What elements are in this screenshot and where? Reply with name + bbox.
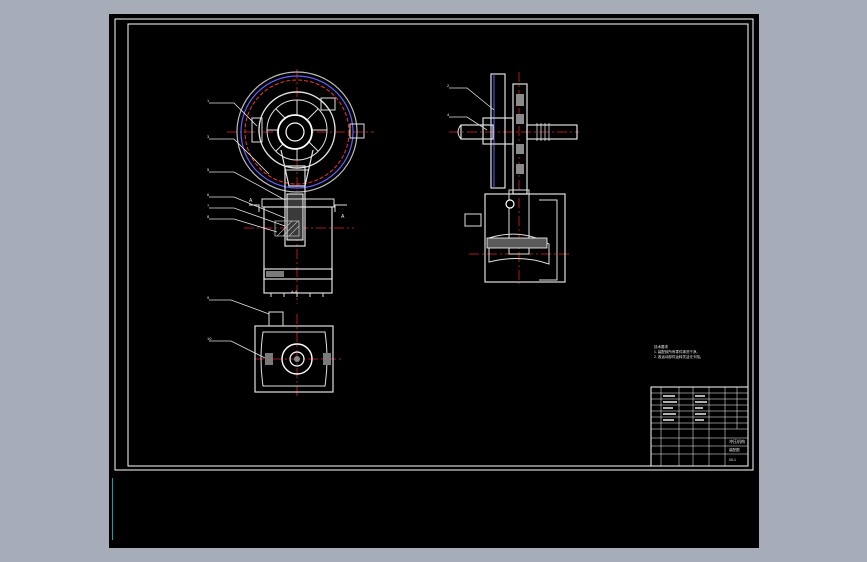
side-base-plate	[486, 237, 548, 249]
flywheel-slots	[516, 94, 524, 174]
top-leader-lines	[209, 299, 270, 359]
svg-text:7: 7	[207, 203, 210, 208]
parts-list-rows	[651, 387, 748, 466]
section-mark-left: A	[249, 198, 253, 204]
front-leader-lines	[209, 102, 286, 233]
side-knob	[464, 213, 482, 227]
crank-disc	[277, 114, 313, 150]
drawing-title: 冲压机构	[729, 438, 745, 444]
top-view[interactable]: 9 10	[207, 295, 341, 399]
side-leader-lines	[449, 87, 495, 131]
command-line-cursor	[112, 478, 113, 540]
cut-plane-right	[334, 204, 347, 212]
side-leader-label-a: 2	[447, 83, 450, 88]
section-title: A-A	[291, 289, 298, 294]
cad-drawing[interactable]: 1 3 5 6 7 8 A A A-A 2 4 9 10 技术要求 1. 装配前…	[109, 14, 759, 548]
ram-slide	[286, 193, 304, 241]
notes-line-1: 1. 装配前所有零件清洗干净。	[654, 349, 700, 354]
top-leader-label-b: 10	[207, 336, 212, 341]
sheet-number: 00-1	[729, 458, 736, 462]
sheet-label: 装配图	[729, 447, 740, 452]
top-boss-hole	[294, 356, 300, 362]
notes-heading: 技术要求	[654, 344, 668, 349]
svg-text:3: 3	[207, 134, 210, 139]
notes-line-2: 2. 各运动部件运转灵活无卡阻。	[654, 354, 703, 359]
base-hatching	[266, 271, 284, 277]
top-lug-right	[323, 353, 331, 365]
top-lug-left	[265, 353, 273, 365]
technical-notes: 技术要求 1. 装配前所有零件清洗干净。 2. 各运动部件运转灵活无卡阻。	[654, 344, 703, 359]
svg-text:5: 5	[207, 167, 210, 172]
svg-text:8: 8	[207, 214, 210, 219]
svg-text:6: 6	[207, 192, 210, 197]
front-leader-labels: 1 3 5 6 7 8	[207, 98, 210, 219]
front-view[interactable]: 1 3 5 6 7 8 A A A-A	[207, 69, 374, 304]
model-space-viewport[interactable]: 1 3 5 6 7 8 A A A-A 2 4 9 10 技术要求 1. 装配前…	[109, 14, 759, 548]
outer-sheet-border	[114, 18, 754, 471]
top-knob	[268, 311, 284, 327]
command-line-area[interactable]	[115, 472, 755, 544]
pivot-pin	[505, 199, 515, 209]
hub-block	[482, 117, 514, 145]
side-view[interactable]: 2 4	[447, 72, 579, 284]
cut-plane-left	[249, 204, 260, 212]
side-leader-label-b: 4	[447, 112, 450, 117]
top-leader-label-a: 9	[207, 295, 210, 300]
section-mark-right: A	[341, 214, 345, 220]
inner-sheet-border	[127, 23, 749, 467]
title-block[interactable]: 冲压机构 装配图 00-1	[650, 386, 749, 467]
svg-text:1: 1	[207, 98, 210, 103]
